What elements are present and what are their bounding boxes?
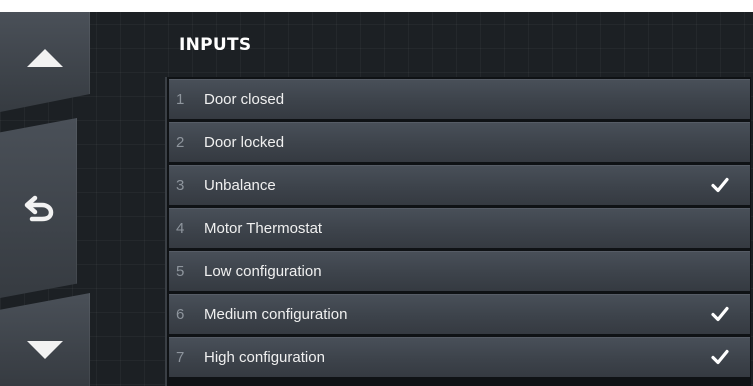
input-row-5[interactable]: 5 Low configuration: [169, 251, 750, 291]
row-number: 3: [176, 176, 185, 194]
row-label: Low configuration: [204, 262, 322, 280]
scroll-down-button[interactable]: [0, 293, 90, 386]
input-row-2[interactable]: 2 Door locked: [169, 122, 750, 162]
input-row-7[interactable]: 7 High configuration: [169, 337, 750, 377]
input-row-6[interactable]: 6 Medium configuration: [169, 294, 750, 334]
row-label: High configuration: [204, 348, 325, 366]
row-number: 2: [176, 133, 185, 151]
row-number: 1: [176, 90, 185, 108]
input-row-4[interactable]: 4 Motor Thermostat: [169, 208, 750, 248]
top-bar: [0, 0, 753, 12]
row-number: 6: [176, 305, 185, 323]
input-row-3[interactable]: 3 Unbalance: [169, 165, 750, 205]
row-label: Motor Thermostat: [204, 219, 323, 237]
checkmark-icon: [690, 306, 750, 322]
inputs-list: 1 Door closed 2 Door locked 3 Unbalance …: [165, 77, 751, 386]
row-label: Medium configuration: [204, 305, 348, 323]
input-row-1[interactable]: 1 Door closed: [169, 79, 750, 119]
sidebar: [0, 12, 92, 386]
triangle-down-icon: [27, 340, 63, 359]
checkmark-icon: [690, 177, 750, 193]
row-number: 5: [176, 262, 185, 280]
return-arrow-icon: [23, 194, 55, 222]
back-button[interactable]: [0, 118, 77, 298]
row-label: Unbalance: [204, 176, 276, 194]
scroll-up-button[interactable]: [0, 12, 90, 112]
page-title: INPUTS: [179, 35, 252, 55]
row-number: 7: [176, 348, 185, 366]
checkmark-icon: [690, 349, 750, 365]
row-number: 4: [176, 219, 185, 237]
row-label: Door locked: [204, 133, 285, 151]
triangle-up-icon: [27, 49, 63, 67]
row-label: Door closed: [204, 90, 285, 108]
